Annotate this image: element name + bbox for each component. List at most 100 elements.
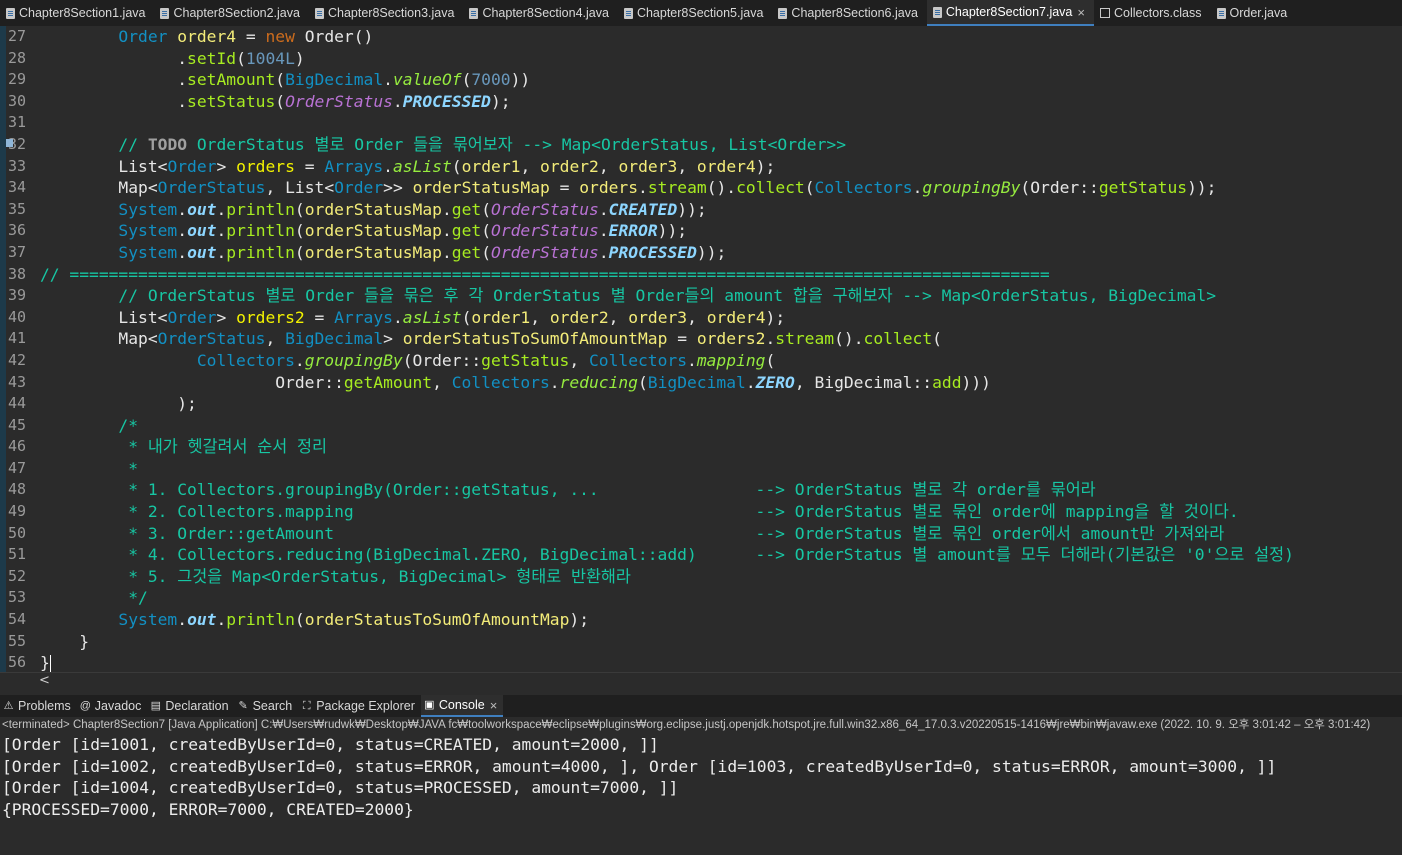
code-token: );: [755, 156, 776, 176]
editor-tab-order-java[interactable]: Order.java: [1211, 0, 1297, 26]
editor-tab-chapter8section6-java[interactable]: Chapter8Section6.java: [772, 0, 926, 26]
line-number: 45: [8, 415, 27, 434]
code-token: println: [226, 199, 295, 219]
code-token: println: [226, 242, 295, 262]
scrollbar-track[interactable]: [55, 678, 1395, 684]
java-file-icon: [778, 7, 788, 19]
code-token: collect: [863, 329, 933, 349]
code-line[interactable]: /*: [40, 415, 1402, 437]
code-token: (: [637, 372, 648, 392]
editor-tab-label: Chapter8Section6.java: [791, 6, 918, 20]
code-token: .: [40, 91, 188, 111]
code-token: groupingBy: [304, 350, 403, 370]
line-number: 35: [8, 199, 27, 218]
line-number: 28: [8, 48, 27, 67]
code-token: (: [932, 329, 942, 349]
editor-tab-chapter8section4-java[interactable]: Chapter8Section4.java: [463, 0, 617, 26]
editor-tab-chapter8section2-java[interactable]: Chapter8Section2.java: [154, 0, 308, 26]
code-token: );: [490, 91, 511, 111]
view-tab-console[interactable]: ▣ Console ×: [420, 695, 504, 717]
editor-tab-chapter8section1-java[interactable]: Chapter8Section1.java: [0, 0, 154, 26]
code-line[interactable]: Order order4 = new Order(): [40, 26, 1402, 48]
code-line[interactable]: Map<OrderStatus, List<Order>> orderStatu…: [40, 177, 1402, 199]
code-line[interactable]: // TODO OrderStatus 별로 Order 들을 묶어보자 -->…: [40, 134, 1402, 156]
scroll-left-icon[interactable]: <: [39, 673, 50, 689]
code-token: .: [177, 199, 188, 219]
console-output[interactable]: [Order [id=1001, createdByUserId=0, stat…: [0, 734, 1402, 855]
code-token: .: [765, 329, 776, 349]
code-line[interactable]: System.out.println(orderStatusToSumOfAmo…: [40, 609, 1402, 631]
declaration-icon: ▤: [150, 699, 162, 712]
line-number: 31: [8, 113, 27, 132]
code-token: ,: [520, 156, 541, 176]
code-line[interactable]: List<Order> orders = Arrays.asList(order…: [40, 156, 1402, 178]
view-tab-label: Javadoc: [94, 699, 142, 713]
editor-tab-chapter8section7-java[interactable]: Chapter8Section7.java ×: [926, 0, 1094, 26]
code-token: order3: [628, 307, 688, 327]
code-token: * 1. Collectors.groupingBy(Order::getSta…: [40, 480, 1096, 500]
code-line[interactable]: *: [40, 458, 1402, 480]
close-icon[interactable]: ×: [1077, 5, 1085, 20]
code-token: // =====================================…: [40, 264, 1050, 284]
code-editor[interactable]: 27 28 29 30 31 32 33 34 35 36 37 38 39 40 41 42 43 44 45 46…: [0, 26, 1402, 672]
code-token: ZERO: [755, 372, 795, 392]
code-line[interactable]: // =====================================…: [40, 264, 1402, 286]
code-token: >: [383, 329, 403, 349]
code-token: .: [549, 372, 560, 392]
code-token: order4: [177, 27, 237, 46]
code-line[interactable]: * 3. Order::getAmount --> OrderStatus 별로…: [40, 523, 1402, 545]
code-token: System: [118, 610, 178, 630]
view-tab-problems[interactable]: ⚠ Problems: [0, 695, 77, 717]
code-line[interactable]: * 1. Collectors.groupingBy(Order::getSta…: [40, 479, 1402, 501]
code-line[interactable]: */: [40, 587, 1402, 609]
code-line[interactable]: * 4. Collectors.reducing(BigDecimal.ZERO…: [40, 544, 1402, 566]
code-line[interactable]: System.out.println(orderStatusMap.get(Or…: [40, 220, 1402, 242]
code-line[interactable]: .setAmount(BigDecimal.valueOf(7000)): [40, 69, 1402, 91]
code-line[interactable]: );: [40, 393, 1402, 415]
code-token: OrderStatus: [285, 91, 393, 111]
code-line[interactable]: System.out.println(orderStatusMap.get(Or…: [40, 199, 1402, 221]
editor-tab-label: Chapter8Section4.java: [482, 6, 609, 20]
code-line[interactable]: * 2. Collectors.mapping --> OrderStatus …: [40, 501, 1402, 523]
code-token: (: [461, 307, 472, 327]
code-line[interactable]: Map<OrderStatus, BigDecimal> orderStatus…: [40, 328, 1402, 350]
view-tab-declaration[interactable]: ▤ Declaration: [147, 695, 234, 717]
code-line[interactable]: Order::getAmount, Collectors.reducing(Bi…: [40, 372, 1402, 394]
code-token: =: [294, 156, 325, 176]
code-line[interactable]: }: [40, 652, 1402, 672]
editor-tab-chapter8section5-java[interactable]: Chapter8Section5.java: [618, 0, 772, 26]
java-file-icon: [623, 7, 633, 19]
code-line[interactable]: * 내가 헷갈려서 순서 정리: [40, 436, 1402, 458]
code-line[interactable]: // OrderStatus 별로 Order 들을 묶은 후 각 OrderS…: [40, 285, 1402, 307]
editor-tab-collectors-class[interactable]: Collectors.class: [1094, 0, 1211, 26]
line-number-gutter: 27 28 29 30 31 32 33 34 35 36 37 38 39 40 41 42 43 44 45 46…: [6, 26, 36, 672]
code-line[interactable]: [40, 112, 1402, 134]
code-token: .: [177, 610, 188, 630]
code-line[interactable]: }: [40, 631, 1402, 653]
code-line[interactable]: Collectors.groupingBy(Order::getStatus, …: [40, 350, 1402, 372]
code-area[interactable]: Order order4 = new Order() .setId(1004L)…: [40, 26, 1402, 672]
package-explorer-icon: ⛶: [302, 699, 311, 712]
code-token: =: [304, 307, 335, 327]
view-tab-package-explorer[interactable]: ⛶ Package Explorer: [298, 695, 421, 717]
code-token: * 2. Collectors.mapping --> OrderStatus …: [40, 502, 1239, 522]
code-token: .: [294, 350, 305, 370]
horizontal-scrollbar[interactable]: <: [0, 672, 1402, 690]
view-tab-javadoc[interactable]: @ Javadoc: [77, 695, 148, 717]
code-line[interactable]: .setId(1004L): [40, 48, 1402, 70]
view-tab-search[interactable]: ✎ Search: [235, 695, 299, 717]
code-token: get: [451, 199, 482, 219]
code-token: * 내가 헷갈려서 순서 정리: [40, 437, 328, 457]
code-token: add: [932, 372, 962, 392]
code-line[interactable]: System.out.println(orderStatusMap.get(Or…: [40, 242, 1402, 264]
code-line[interactable]: * 5. 그것을 Map<OrderStatus, BigDecimal> 형태…: [40, 566, 1402, 588]
code-token: .: [441, 199, 452, 219]
code-line[interactable]: List<Order> orders2 = Arrays.asList(orde…: [40, 307, 1402, 329]
editor-tab-chapter8section3-java[interactable]: Chapter8Section3.java: [309, 0, 463, 26]
code-line[interactable]: .setStatus(OrderStatus.PROCESSED);: [40, 91, 1402, 113]
close-icon[interactable]: ×: [490, 698, 498, 713]
code-token: .: [216, 221, 227, 241]
